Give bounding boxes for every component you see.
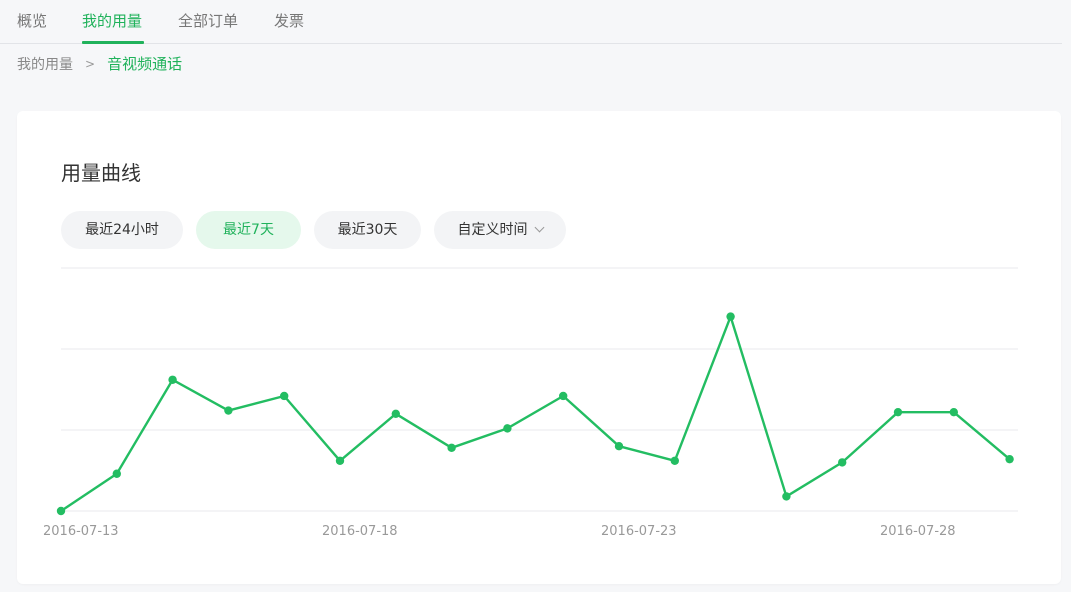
data-point[interactable]: [56, 506, 66, 516]
data-point[interactable]: [838, 458, 847, 467]
breadcrumb: 我的用量 > 音视频通话: [17, 53, 182, 74]
tab-overview[interactable]: 概览: [17, 10, 47, 31]
data-point[interactable]: [670, 456, 679, 465]
data-point[interactable]: [280, 391, 289, 401]
data-point[interactable]: [503, 424, 512, 433]
data-point[interactable]: [614, 442, 624, 451]
data-point[interactable]: [112, 469, 122, 478]
active-tab-indicator: [82, 41, 144, 44]
data-point[interactable]: [949, 407, 958, 417]
x-tick-label: 2016-07-23: [601, 524, 677, 539]
breadcrumb-separator: >: [85, 57, 96, 71]
breadcrumb-parent-link[interactable]: 我的用量: [17, 57, 73, 73]
data-point[interactable]: [559, 391, 568, 401]
data-point[interactable]: [224, 406, 233, 415]
tab-my-usage[interactable]: 我的用量: [82, 10, 142, 31]
tab-invoice[interactable]: 发票: [274, 10, 304, 31]
tab-all-orders[interactable]: 全部订单: [178, 10, 238, 31]
breadcrumb-current: 音视频通话: [107, 55, 183, 73]
top-tab-bar: 概览 我的用量 全部订单 发票: [0, 0, 1062, 44]
usage-line-chart: 2016-07-13 2016-07-18 2016-07-23 2016-07-28: [43, 267, 1018, 539]
data-point[interactable]: [1005, 454, 1014, 464]
data-point[interactable]: [782, 492, 791, 501]
usage-card: 用量曲线 最近24小时 最近7天 最近30天 自定义时间 2016-07-13 2…: [17, 111, 1061, 584]
data-point[interactable]: [726, 312, 735, 321]
series-line: [60, 315, 1011, 512]
x-tick-label: 2016-07-28: [880, 524, 956, 539]
data-point[interactable]: [391, 409, 400, 418]
data-point[interactable]: [893, 407, 903, 417]
x-tick-label: 2016-07-18: [322, 524, 398, 539]
x-tick-label: 2016-07-13: [43, 524, 119, 539]
data-point[interactable]: [447, 443, 456, 453]
data-point[interactable]: [168, 375, 177, 384]
data-point[interactable]: [335, 456, 345, 465]
